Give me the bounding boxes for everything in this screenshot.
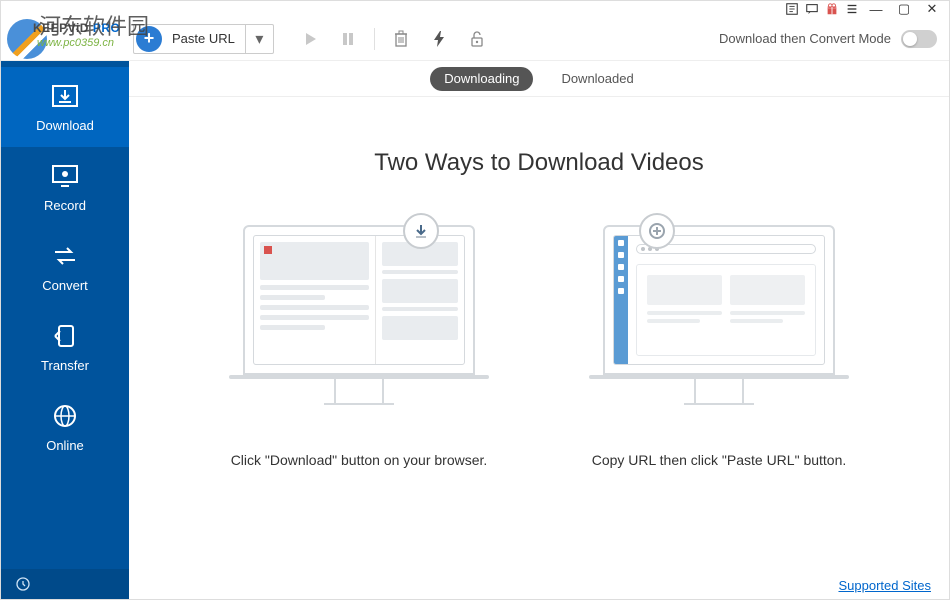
sidebar-footer[interactable] — [1, 569, 129, 599]
minimize-button[interactable]: — — [863, 2, 889, 16]
sidebar-item-label: Record — [44, 198, 86, 213]
sidebar-main: Download Record Convert Transfer Online — [1, 61, 129, 569]
tab-downloading[interactable]: Downloading — [430, 67, 533, 91]
sidebar-item-record[interactable]: Record — [1, 147, 129, 227]
unlock-button[interactable] — [459, 24, 495, 54]
instruction-row: Click "Download" button on your browser. — [209, 225, 869, 471]
pause-button[interactable] — [330, 24, 366, 54]
toggle-switch[interactable] — [901, 30, 937, 48]
plus-badge-icon — [639, 213, 675, 249]
record-icon — [49, 162, 81, 190]
way-browser: Click "Download" button on your browser. — [209, 225, 509, 471]
page-heading: Two Ways to Download Videos — [374, 149, 704, 177]
sidebar-item-label: Download — [36, 118, 94, 133]
menu-icon[interactable] — [843, 2, 861, 16]
sidebar: Download Record Convert Transfer Online — [1, 61, 129, 599]
plus-icon: + — [136, 26, 162, 52]
play-button[interactable] — [292, 24, 328, 54]
paste-url-button[interactable]: + Paste URL ▾ — [133, 24, 274, 54]
gift-icon[interactable] — [823, 2, 841, 16]
tab-downloaded[interactable]: Downloaded — [547, 67, 647, 91]
playback-controls — [292, 24, 495, 54]
logo-url: www.pc0359.cn — [37, 37, 114, 49]
monitor-illustration — [589, 225, 849, 411]
history-icon — [15, 576, 31, 592]
paste-url-dropdown[interactable]: ▾ — [245, 25, 273, 53]
app-body: Download Record Convert Transfer Online — [1, 61, 949, 599]
maximize-button[interactable]: ▢ — [891, 2, 917, 16]
sidebar-item-convert[interactable]: Convert — [1, 227, 129, 307]
convert-mode-toggle[interactable]: Download then Convert Mode — [719, 30, 937, 48]
logo-text: KEEPViD PRO — [33, 21, 120, 35]
monitor-illustration — [229, 225, 489, 411]
content-footer: Supported Sites — [129, 571, 949, 599]
sidebar-item-label: Transfer — [41, 358, 89, 373]
sidebar-item-transfer[interactable]: Transfer — [1, 307, 129, 387]
sidebar-item-label: Convert — [42, 278, 88, 293]
download-icon — [49, 82, 81, 110]
sidebar-item-online[interactable]: Online — [1, 387, 129, 467]
online-icon — [49, 402, 81, 430]
app-window: — ▢ ✕ 河东软件园 KEEPViD PRO www.pc0359.cn + … — [0, 0, 950, 600]
way1-caption: Click "Download" button on your browser. — [231, 451, 488, 471]
close-button[interactable]: ✕ — [919, 2, 945, 16]
app-logo: KEEPViD PRO www.pc0359.cn — [1, 17, 129, 61]
main-panel: Two Ways to Download Videos — [129, 97, 949, 571]
titlebar: — ▢ ✕ — [1, 1, 949, 17]
convert-icon — [49, 242, 81, 270]
way-paste-url: Copy URL then click "Paste URL" button. — [569, 225, 869, 471]
turbo-button[interactable] — [421, 24, 457, 54]
tab-bar: Downloading Downloaded — [129, 61, 949, 97]
convert-mode-label: Download then Convert Mode — [719, 31, 891, 46]
way2-caption: Copy URL then click "Paste URL" button. — [592, 451, 847, 471]
download-badge-icon — [403, 213, 439, 249]
sidebar-item-download[interactable]: Download — [1, 67, 129, 147]
sidebar-item-label: Online — [46, 438, 84, 453]
supported-sites-link[interactable]: Supported Sites — [838, 578, 931, 593]
content-area: Downloading Downloaded Two Ways to Downl… — [129, 61, 949, 599]
message-icon[interactable] — [803, 2, 821, 16]
paste-url-label: Paste URL — [162, 31, 245, 46]
delete-button[interactable] — [383, 24, 419, 54]
transfer-icon — [49, 322, 81, 350]
toolbar: 河东软件园 KEEPViD PRO www.pc0359.cn + Paste … — [1, 17, 949, 61]
separator — [374, 28, 375, 50]
feedback-icon[interactable] — [783, 2, 801, 16]
